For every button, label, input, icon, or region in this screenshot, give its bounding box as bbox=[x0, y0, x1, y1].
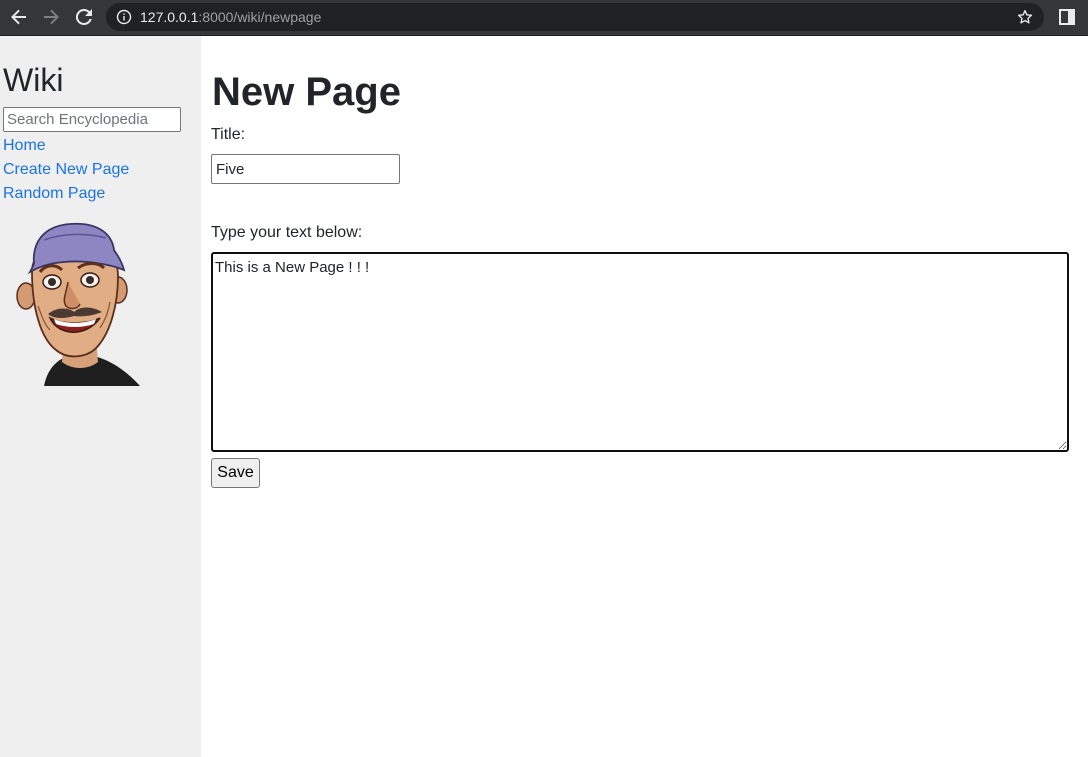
browser-toolbar: 127.0.0.1:8000/wiki/newpage bbox=[0, 0, 1088, 36]
site-title: Wiki bbox=[3, 62, 64, 98]
sidebar: Wiki Home Create New Page Random Page bbox=[0, 36, 201, 757]
side-panel-icon[interactable] bbox=[1058, 8, 1076, 26]
nav-link-create-new-page[interactable]: Create New Page bbox=[3, 160, 129, 180]
reload-icon[interactable] bbox=[72, 5, 96, 29]
page-title: New Page bbox=[212, 70, 401, 114]
cartoon-mascot-image bbox=[14, 220, 142, 386]
back-arrow-icon[interactable] bbox=[7, 5, 31, 29]
bookmark-star-icon[interactable] bbox=[1016, 8, 1034, 26]
site-info-icon[interactable] bbox=[116, 9, 132, 25]
content-textarea[interactable]: This is a New Page ! ! ! bbox=[211, 252, 1069, 452]
url-path: :8000/wiki/newpage bbox=[198, 9, 322, 25]
content-label: Type your text below: bbox=[211, 224, 363, 241]
forward-arrow-icon[interactable] bbox=[39, 5, 63, 29]
title-input[interactable] bbox=[211, 154, 400, 184]
nav-link-home[interactable]: Home bbox=[3, 136, 46, 156]
nav-link-random-page[interactable]: Random Page bbox=[3, 184, 105, 204]
url-host: 127.0.0.1 bbox=[140, 9, 199, 25]
search-input[interactable] bbox=[3, 107, 181, 132]
save-button[interactable]: Save bbox=[211, 458, 260, 488]
title-label: Title: bbox=[211, 126, 246, 143]
address-bar[interactable]: 127.0.0.1:8000/wiki/newpage bbox=[106, 3, 1044, 31]
url-text: 127.0.0.1:8000/wiki/newpage bbox=[140, 9, 321, 25]
